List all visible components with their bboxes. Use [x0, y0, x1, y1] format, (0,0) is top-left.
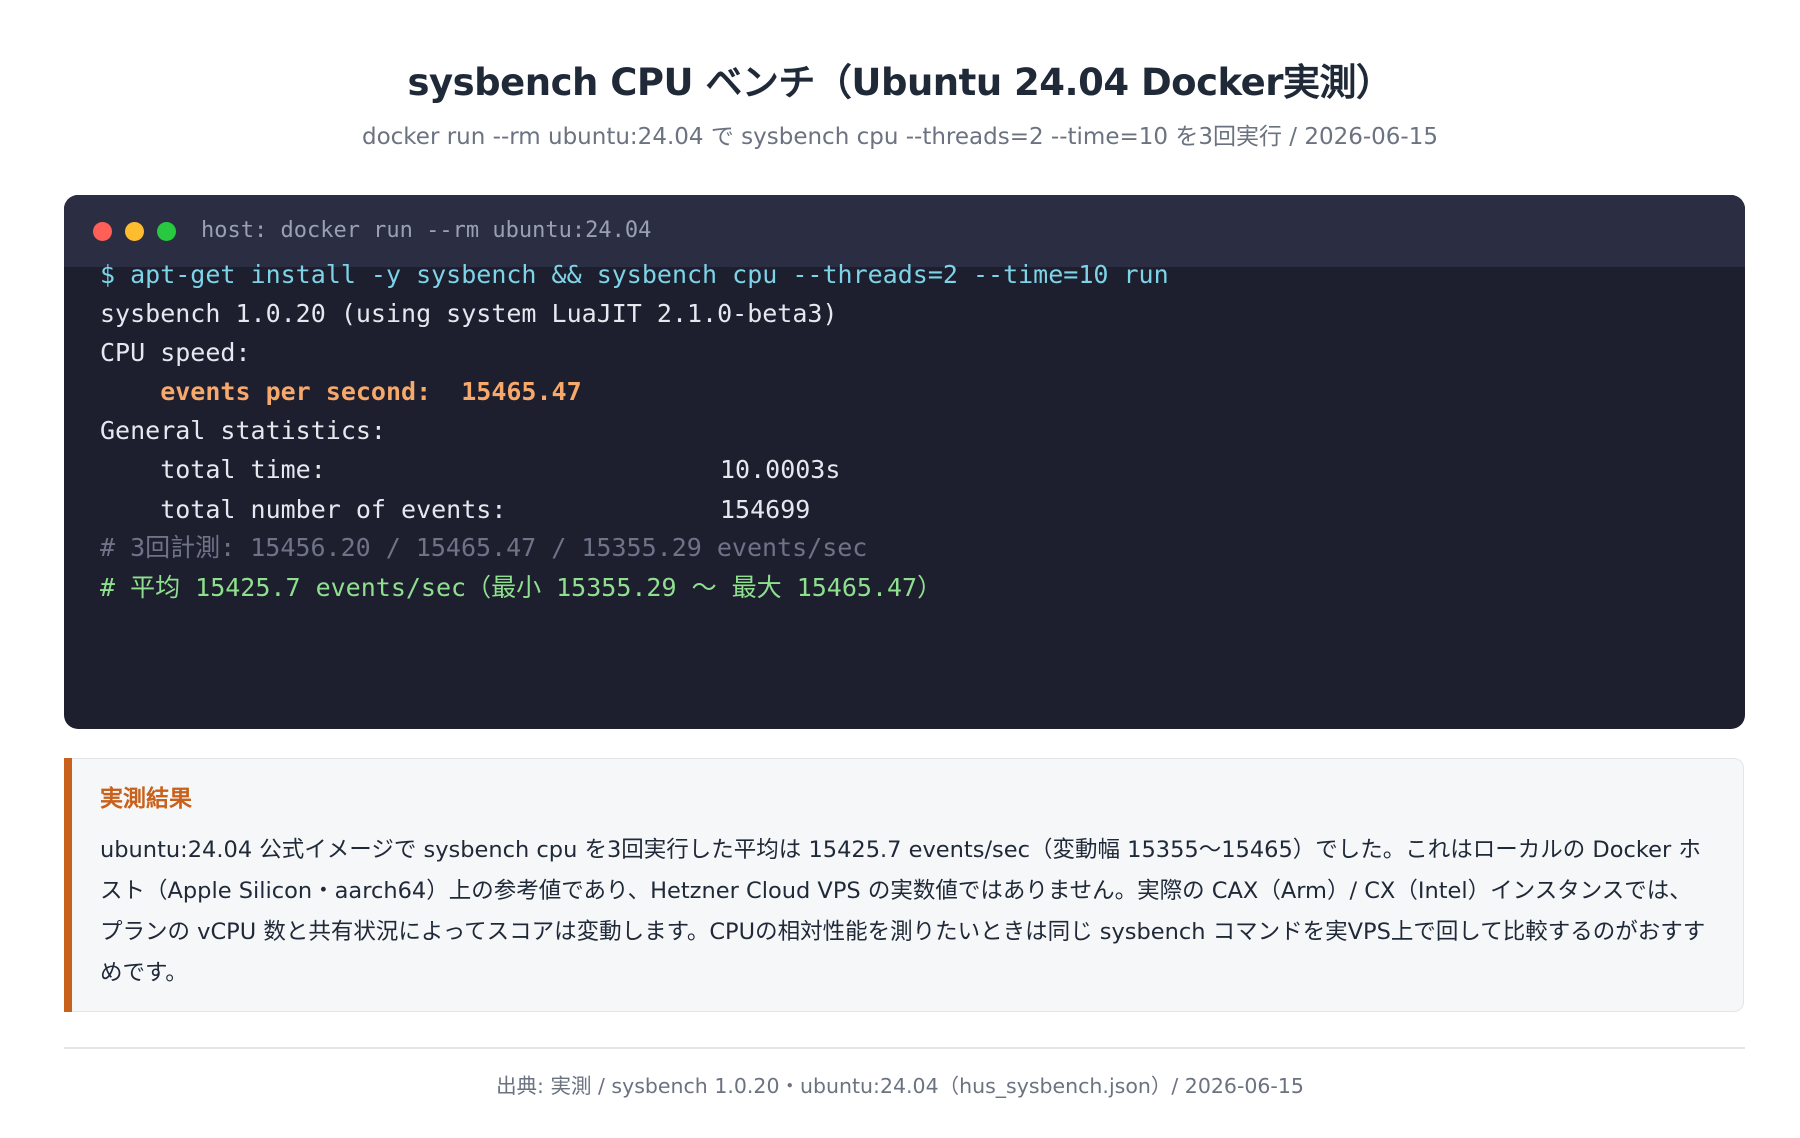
footer-source: 出典: 実測 / sysbench 1.0.20・ubuntu:24.04（hu…	[496, 1074, 1304, 1098]
result-body-text: ubuntu:24.04 公式イメージで sysbench cpu を3回実行し…	[100, 837, 1706, 986]
terminal-events-per-second: events per second: 15465.47	[100, 377, 582, 406]
terminal-total-events-label: total number of events:	[100, 495, 507, 524]
result-accent-bar	[64, 758, 72, 1012]
maximize-dot-icon[interactable]	[157, 222, 176, 241]
footer-divider	[64, 1047, 1745, 1049]
terminal-general-stats-header: General statistics:	[100, 416, 386, 445]
terminal-total-time-label: total time:	[100, 455, 326, 484]
terminal-window: host: docker run --rm ubuntu:24.04 $ apt…	[64, 195, 1745, 729]
close-dot-icon[interactable]	[93, 222, 112, 241]
terminal-average-comment: # 平均 15425.7 events/sec（最小 15355.29 〜 最大…	[100, 573, 943, 602]
terminal-version-line: sysbench 1.0.20 (using system LuaJIT 2.1…	[100, 299, 838, 328]
terminal-cpu-speed-header: CPU speed:	[100, 338, 251, 367]
terminal-total-events-value: 154699	[720, 495, 811, 524]
page-subtitle: docker run --rm ubuntu:24.04 で sysbench …	[361, 124, 1438, 150]
result-title: 実測結果	[100, 786, 192, 812]
terminal-command-line: $ apt-get install -y sysbench && sysbenc…	[100, 260, 1169, 289]
page-title: sysbench CPU ベンチ（Ubuntu 24.04 Docker実測）	[407, 61, 1394, 104]
minimize-dot-icon[interactable]	[125, 222, 144, 241]
terminal-runs-comment: # 3回計測: 15456.20 / 15465.47 / 15355.29 e…	[100, 533, 868, 562]
terminal-host-label: host: docker run --rm ubuntu:24.04	[201, 218, 652, 243]
terminal-total-time-value: 10.0003s	[720, 455, 841, 484]
